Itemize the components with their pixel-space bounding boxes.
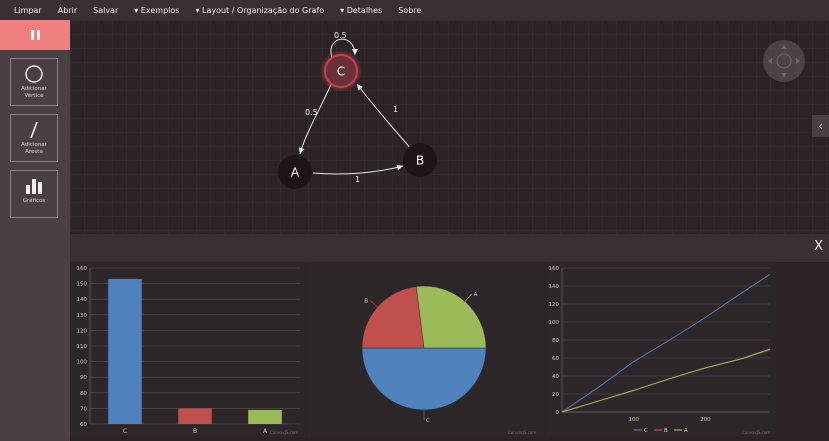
edge-label-a-b: 1 bbox=[355, 175, 360, 184]
pie-label-B: B bbox=[364, 298, 368, 304]
bar-B bbox=[178, 408, 212, 424]
bar-y-tick-label: 160 bbox=[77, 266, 88, 272]
edge-b-c[interactable] bbox=[356, 83, 413, 151]
graph-canvas[interactable]: 0.5 0.5 1 1 C A B ‹ bbox=[70, 20, 829, 234]
charts-button[interactable]: Gráficos bbox=[10, 170, 58, 218]
pie-watermark: CanvasJS.com bbox=[508, 430, 536, 435]
line-x-tick-label: 100 bbox=[628, 417, 639, 423]
charts-label: Gráficos bbox=[22, 198, 46, 204]
node-label-c: C bbox=[337, 65, 345, 79]
line-y-tick-label: 80 bbox=[552, 338, 559, 344]
bar-x-tick-label: A bbox=[263, 428, 268, 435]
line-chart-panel: 0 20 40 60 80 100 120 140 160 100 200 C B A CanvasJS.c… bbox=[546, 262, 776, 437]
add-vertex-label: Adicionar Vértice bbox=[21, 86, 47, 99]
bar-chart-panel: 60 70 80 90 100 110 120 130 140 150 160 C B A CanvasJS… bbox=[70, 262, 306, 437]
pie-label-line bbox=[369, 300, 378, 308]
pause-button[interactable] bbox=[0, 20, 70, 50]
edge-label-b-c: 1 bbox=[393, 105, 398, 114]
line-y-tick-label: 20 bbox=[552, 392, 559, 398]
bar-chart: 60 70 80 90 100 110 120 130 140 150 160 C B A CanvasJS… bbox=[77, 266, 300, 435]
add-edge-button[interactable]: Adicionar Aresta bbox=[10, 114, 58, 162]
line-y-tick-label: 60 bbox=[552, 356, 559, 362]
pause-icon-bar bbox=[36, 30, 40, 40]
close-charts-button[interactable]: X bbox=[814, 239, 823, 254]
bar-y-tick-label: 150 bbox=[77, 282, 88, 288]
bar-y-tick-label: 100 bbox=[77, 360, 88, 366]
pie-label-C: C bbox=[426, 418, 430, 424]
node-label-a: A bbox=[291, 166, 300, 180]
line-y-tick-label: 100 bbox=[549, 320, 560, 326]
bar-watermark: CanvasJS.com bbox=[270, 430, 298, 435]
edge-c-a[interactable] bbox=[298, 81, 333, 155]
bar-x-tick-label: B bbox=[193, 428, 197, 435]
edge-label-c-a: 0.5 bbox=[305, 108, 318, 117]
pie-slice-C bbox=[361, 347, 487, 411]
pie-slice-B bbox=[361, 286, 425, 349]
menu-item-0[interactable]: Limpar bbox=[6, 6, 50, 15]
line-y-tick-label: 160 bbox=[549, 266, 560, 272]
line-y-tick-label: 140 bbox=[549, 284, 560, 290]
sidebar: Adicionar Vértice Adicionar Aresta Gráfi… bbox=[0, 20, 70, 441]
chevron-left-icon: ‹ bbox=[818, 119, 823, 133]
bar-y-tick-label: 90 bbox=[80, 375, 87, 381]
bar-A bbox=[248, 409, 282, 424]
menu-item-4[interactable]: ▾ Layout / Organização do Grafo bbox=[187, 6, 332, 15]
node-c[interactable]: C bbox=[320, 50, 362, 92]
pie-chart-panel: C B A CanvasJS.com bbox=[308, 262, 544, 437]
legend-label-C: C bbox=[644, 428, 648, 434]
menu-item-3[interactable]: ▾ Exemplos bbox=[126, 6, 187, 15]
line-series-A bbox=[561, 348, 771, 413]
pan-control[interactable] bbox=[763, 40, 805, 82]
pause-icon bbox=[30, 30, 34, 40]
collapse-panel-tab[interactable]: ‹ bbox=[812, 115, 829, 137]
pie-chart: C B A CanvasJS.com bbox=[361, 285, 536, 435]
bar-y-tick-label: 70 bbox=[80, 406, 87, 412]
bar-y-tick-label: 130 bbox=[77, 313, 88, 319]
pie-label-line bbox=[464, 293, 472, 302]
line-x-tick-label: 200 bbox=[700, 417, 711, 423]
line-chart: 0 20 40 60 80 100 120 140 160 100 200 C B A CanvasJS.c… bbox=[549, 266, 771, 435]
node-a[interactable]: A bbox=[278, 155, 312, 189]
node-label-b: B bbox=[416, 154, 424, 168]
line-watermark: CanvasJS.com bbox=[742, 430, 770, 435]
bar-y-tick-label: 110 bbox=[77, 344, 88, 350]
bar-chart-icon bbox=[26, 179, 42, 194]
node-b[interactable]: B bbox=[403, 143, 437, 177]
charts-area: 60 70 80 90 100 110 120 130 140 150 160 C B A CanvasJS… bbox=[70, 262, 829, 441]
menu-item-2[interactable]: Salvar bbox=[85, 6, 126, 15]
menu-item-5[interactable]: ▾ Detalhes bbox=[332, 6, 390, 15]
circle-icon bbox=[25, 65, 43, 83]
line-y-tick-label: 0 bbox=[556, 410, 560, 416]
charts-panel-header: X bbox=[70, 234, 829, 262]
graph-svg: 0.5 0.5 1 1 C A B bbox=[278, 31, 437, 189]
edge-a-b[interactable] bbox=[312, 164, 404, 175]
bar-y-tick-label: 60 bbox=[80, 422, 87, 428]
legend-label-B: B bbox=[664, 428, 668, 434]
line-series-C bbox=[561, 273, 771, 413]
legend-label-A: A bbox=[684, 428, 688, 434]
bar-y-tick-label: 120 bbox=[77, 328, 88, 334]
bar-x-tick-label: C bbox=[123, 428, 127, 435]
line-icon bbox=[30, 121, 38, 139]
edge-label-c-c: 0.5 bbox=[334, 31, 347, 40]
menu-item-6[interactable]: Sobre bbox=[390, 6, 429, 15]
menu-item-1[interactable]: Abrir bbox=[50, 6, 85, 15]
add-vertex-button[interactable]: Adicionar Vértice bbox=[10, 58, 58, 106]
add-edge-label: Adicionar Aresta bbox=[21, 142, 47, 155]
line-y-tick-label: 40 bbox=[552, 374, 559, 380]
line-y-tick-label: 120 bbox=[549, 302, 560, 308]
bar-y-tick-label: 80 bbox=[80, 391, 87, 397]
pan-arrows-icon bbox=[768, 45, 800, 77]
pie-label-A: A bbox=[474, 292, 478, 298]
menu-bar: Limpar Abrir Salvar ▾ Exemplos ▾ Layout / Or… bbox=[0, 0, 829, 20]
bar-C bbox=[108, 278, 142, 424]
bar-y-tick-label: 140 bbox=[77, 297, 88, 303]
